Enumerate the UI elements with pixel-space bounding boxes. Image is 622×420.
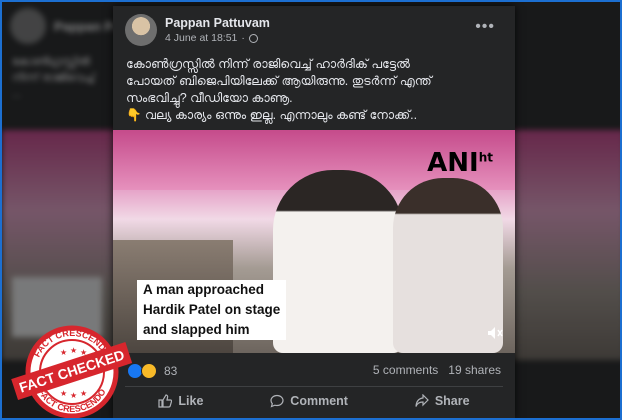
svg-text:★: ★: [80, 348, 87, 357]
reaction-count: 83: [164, 364, 178, 378]
thumbs-up-icon: [158, 394, 173, 408]
comments-count[interactable]: 5 comments: [373, 363, 438, 377]
ani-logo: ANIht: [427, 148, 493, 178]
svg-text:★: ★: [70, 346, 77, 355]
comment-button[interactable]: Comment: [262, 390, 356, 412]
person-figure: [273, 170, 403, 353]
video-caption: A man approached Hardik Patel on stage a…: [137, 280, 287, 340]
like-label: Like: [178, 394, 204, 408]
haha-reaction-icon: [141, 363, 157, 379]
video-player[interactable]: ANIht A man approached Hardik Patel on s…: [113, 130, 515, 353]
post-text-line: കോൺഗ്രസ്സിൽ നിന്ന് രാജിവെച്ച് ഹാർദിക് പട…: [126, 57, 410, 71]
post-text-line: പോയത് ബിജെപിയിലേക്ക് ആയിരുന്നു. തുടർന്ന്…: [126, 74, 432, 88]
comment-label: Comment: [290, 394, 348, 408]
post-header: Pappan Pattuvam 4 June at 18:51 ·: [125, 14, 270, 46]
engagement-counts: 5 comments 19 shares: [373, 363, 501, 379]
comment-icon: [270, 394, 284, 408]
share-icon: [415, 394, 429, 407]
post-text-line: 👇 വല്യ കാര്യം ഒന്നും ഇല്ല. എന്നാലും കണ്ട…: [126, 108, 418, 122]
volume-muted-icon[interactable]: [487, 326, 503, 343]
share-label: Share: [434, 394, 470, 408]
divider: [125, 386, 503, 387]
reactions[interactable]: 83: [127, 363, 177, 379]
facebook-post-card: Pappan Pattuvam 4 June at 18:51 · ••• കോ…: [113, 6, 515, 418]
caption-line: A man approached: [143, 280, 281, 300]
svg-text:★: ★: [70, 391, 77, 400]
timestamp[interactable]: 4 June at 18:51: [165, 32, 237, 44]
caption-line: Hardik Patel on stage: [143, 300, 281, 320]
avatar[interactable]: [125, 14, 157, 46]
bg-avatar: [10, 8, 46, 44]
post-meta: 4 June at 18:51 ·: [165, 32, 270, 44]
globe-icon: [248, 33, 258, 43]
svg-text:★: ★: [80, 389, 87, 398]
like-button[interactable]: Like: [150, 390, 211, 412]
shares-count[interactable]: 19 shares: [448, 363, 501, 377]
caption-line: and slapped him: [143, 320, 281, 340]
post-stats: 83 5 comments 19 shares: [127, 363, 501, 379]
bg-text: കോൺഗ്രസ്സിൽ നിന്ന് രാജിവെച്ച് ...: [12, 56, 95, 100]
action-bar: Like Comment Share: [125, 390, 503, 412]
author-name[interactable]: Pappan Pattuvam: [165, 16, 270, 30]
post-text: കോൺഗ്രസ്സിൽ നിന്ന് രാജിവെച്ച് ഹാർദിക് പട…: [126, 56, 506, 124]
fact-checked-stamp: FACT CRESCENDO FACT CRESCENDO FACT CHECK…: [11, 325, 133, 418]
more-options-icon[interactable]: •••: [475, 18, 495, 36]
share-button[interactable]: Share: [407, 390, 478, 412]
svg-text:★: ★: [60, 389, 67, 398]
svg-text:★: ★: [60, 348, 67, 357]
post-text-line: സംഭവിച്ചു? വീഡിയോ കാണൂ.: [126, 91, 293, 105]
screenshot-frame: Pappan Pa... കോൺഗ്രസ്സിൽ നിന്ന് രാജിവെച്…: [0, 0, 622, 420]
